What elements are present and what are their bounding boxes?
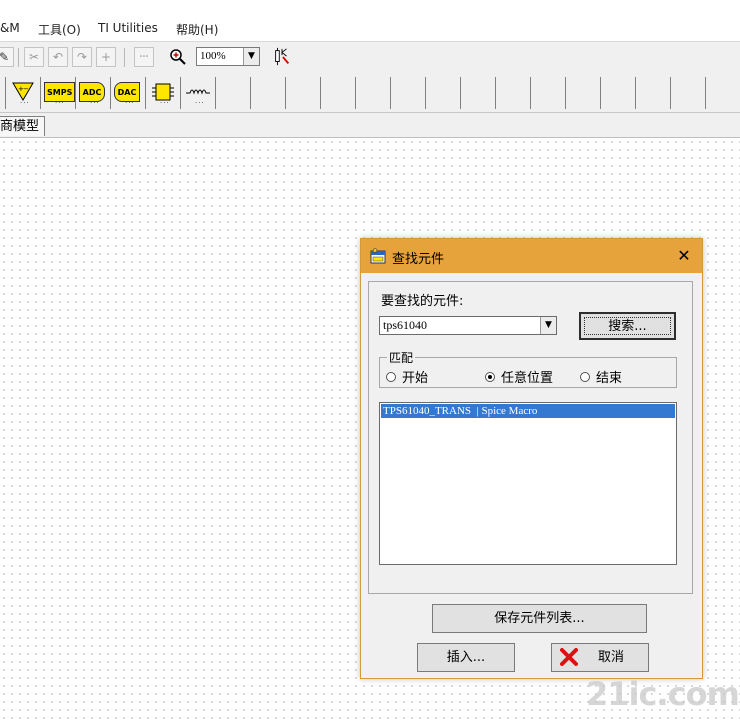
palette-cell-adc[interactable]: ADC ··· xyxy=(76,77,111,109)
palette-cell-inductor[interactable]: ··· xyxy=(181,77,216,109)
component-search-combo[interactable]: tps61040 ▼ xyxy=(379,316,557,335)
list-item[interactable]: TPS61040_TRANS | Spice Macro xyxy=(381,404,675,418)
menu-item-em[interactable]: &M xyxy=(0,21,20,35)
palette-cell[interactable] xyxy=(286,77,321,109)
menu-bar: &M 工具(O) TI Utilities 帮助(H) xyxy=(0,0,740,40)
menu-item-help[interactable]: 帮助(H) xyxy=(176,21,218,38)
undo-icon[interactable]: ↶ xyxy=(48,47,68,67)
palette-cell[interactable] xyxy=(391,77,426,109)
component-marker-icon[interactable] xyxy=(272,47,292,67)
focus-ring xyxy=(584,317,671,335)
menu-item-tools[interactable]: 工具(O) xyxy=(38,21,81,38)
zoom-value: 100% xyxy=(200,50,226,62)
dialog-title-bar[interactable]: 查找元件 ✕ xyxy=(361,239,702,273)
palette-cell[interactable] xyxy=(496,77,531,109)
radio-end[interactable]: 结束 xyxy=(580,367,622,386)
svg-text:−: − xyxy=(23,85,29,93)
cancel-x-icon xyxy=(560,648,578,666)
radio-start-label: 开始 xyxy=(402,371,429,386)
component-palette: + − ··· SMPS ··· ADC ··· DAC ··· ··· ··· xyxy=(0,74,740,113)
cancel-button[interactable]: 取消 xyxy=(551,643,649,672)
match-group-title: 匹配 xyxy=(387,349,416,366)
palette-cell[interactable] xyxy=(566,77,601,109)
watermark-logo: 21ic.com xyxy=(586,675,740,713)
palette-cell[interactable] xyxy=(251,77,286,109)
palette-cell[interactable] xyxy=(671,77,706,109)
palette-dots: ··· xyxy=(90,99,100,107)
save-component-list-button[interactable]: 保存元件列表... xyxy=(432,604,647,633)
toolbar-separator xyxy=(18,48,19,67)
zoom-icon[interactable] xyxy=(168,47,188,67)
grid-icon[interactable]: ⋯ xyxy=(134,47,154,67)
radio-circle-icon[interactable] xyxy=(386,371,396,382)
palette-cell[interactable] xyxy=(321,77,356,109)
radio-selected-icon[interactable] xyxy=(485,371,495,382)
cut-icon[interactable]: ✂ xyxy=(24,47,44,67)
palette-dots: ··· xyxy=(160,99,170,107)
palette-cell-dac[interactable]: DAC ··· xyxy=(111,77,146,109)
palette-cell[interactable] xyxy=(216,77,251,109)
radio-end-label: 结束 xyxy=(596,371,623,386)
menu-item-ti-utilities[interactable]: TI Utilities xyxy=(98,21,158,35)
palette-cell[interactable] xyxy=(461,77,496,109)
app-icon xyxy=(370,248,386,264)
palette-dots: ··· xyxy=(195,99,205,107)
palette-tab-row: 商模型 xyxy=(0,113,740,138)
pencil-icon[interactable]: ✎ xyxy=(0,47,14,67)
insert-button[interactable]: 插入... xyxy=(417,643,515,672)
save-component-list-label: 保存元件列表... xyxy=(494,611,585,626)
palette-cell[interactable] xyxy=(531,77,566,109)
match-group: 匹配 开始 任意位置 结束 xyxy=(379,349,677,388)
chevron-down-icon[interactable]: ▼ xyxy=(540,317,556,334)
palette-cell[interactable] xyxy=(601,77,636,109)
dialog-title: 查找元件 xyxy=(392,252,445,267)
radio-anywhere[interactable]: 任意位置 xyxy=(485,367,553,386)
radio-anywhere-label: 任意位置 xyxy=(501,371,554,386)
palette-dots: ··· xyxy=(125,99,135,107)
palette-cell-smps[interactable]: SMPS ··· xyxy=(41,77,76,109)
palette-dots: ··· xyxy=(20,99,30,107)
find-label: 要查找的元件: xyxy=(381,294,464,309)
redo-icon[interactable]: ↷ xyxy=(72,47,92,67)
insert-button-label: 插入... xyxy=(446,650,486,665)
chevron-down-icon[interactable]: ▼ xyxy=(243,48,259,65)
tab-vendor-models[interactable]: 商模型 xyxy=(0,116,46,136)
palette-cell-chip[interactable]: ··· xyxy=(146,77,181,109)
close-icon[interactable]: ✕ xyxy=(674,246,694,266)
crosshair-icon[interactable]: + xyxy=(96,47,116,67)
palette-cell[interactable] xyxy=(356,77,391,109)
search-button[interactable]: 搜索... xyxy=(579,312,676,340)
results-listbox[interactable]: TPS61040_TRANS | Spice Macro xyxy=(379,402,677,565)
palette-cell[interactable] xyxy=(636,77,671,109)
palette-cell[interactable] xyxy=(706,77,740,109)
radio-circle-icon[interactable] xyxy=(580,371,590,382)
find-component-dialog: 查找元件 ✕ 要查找的元件: tps61040 ▼ 搜索... 匹配 开始 任意… xyxy=(360,238,703,679)
toolbar-separator xyxy=(124,48,125,67)
component-search-value[interactable]: tps61040 xyxy=(383,318,427,333)
main-toolbar: ✎ ✂ ↶ ↷ + ⋯ 100% ▼ xyxy=(0,41,740,75)
palette-cell-opamp[interactable]: + − ··· xyxy=(6,77,41,109)
cancel-button-label: 取消 xyxy=(598,650,625,665)
inductor-icon xyxy=(186,89,210,95)
palette-dots: ··· xyxy=(55,99,65,107)
zoom-select[interactable]: 100% ▼ xyxy=(196,47,260,66)
palette-cell[interactable] xyxy=(426,77,461,109)
radio-start[interactable]: 开始 xyxy=(386,367,428,386)
